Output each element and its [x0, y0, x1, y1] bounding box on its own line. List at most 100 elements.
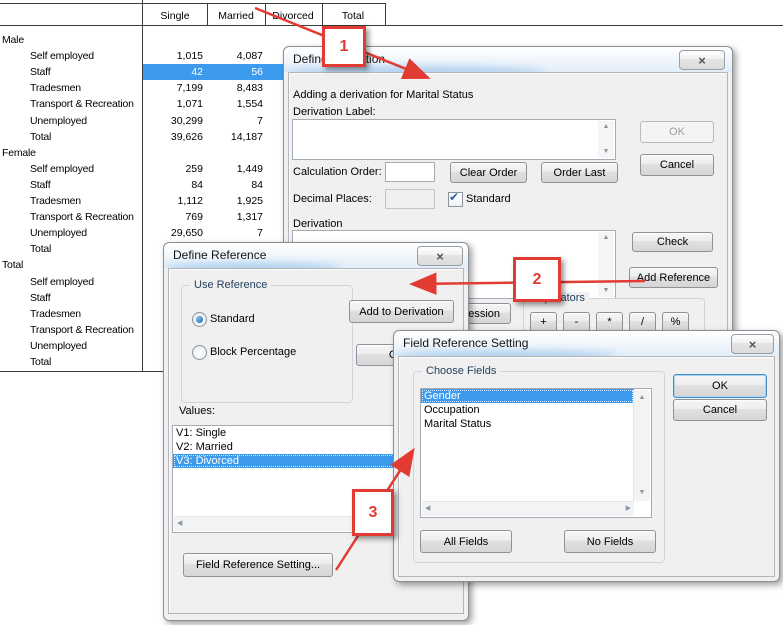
block-percentage-radio[interactable] — [192, 345, 207, 360]
add-to-derivation-button[interactable]: Add to Derivation — [349, 300, 454, 323]
button-label: All Fields — [444, 536, 489, 548]
cell-single: 7,199 — [143, 80, 203, 96]
row-label: Self employed — [30, 48, 94, 64]
ok-button[interactable]: OK — [673, 374, 767, 398]
cell-single: 1,071 — [143, 96, 203, 112]
row-label: Unemployed — [30, 225, 87, 241]
standard-checkbox-label: Standard — [466, 193, 511, 205]
add-reference-button[interactable]: Add Reference — [629, 267, 718, 288]
table-top-rule — [0, 3, 385, 4]
scroll-down-icon[interactable]: ▼ — [639, 487, 646, 499]
row-label: Female — [2, 145, 36, 161]
window-title: Field Reference Setting — [403, 336, 528, 350]
scroll-right-icon[interactable]: ▶ — [626, 503, 631, 515]
derivation-caption: Derivation — [293, 218, 343, 230]
standard-checkbox[interactable]: ✔ — [448, 192, 463, 207]
row-label: Staff — [30, 64, 50, 80]
row-label: Transport & Recreation — [30, 209, 134, 225]
button-label: Order Last — [554, 167, 606, 179]
cell-married: 14,187 — [206, 129, 263, 145]
block-percentage-radio-label: Block Percentage — [210, 346, 296, 358]
check-button[interactable]: Check — [632, 232, 713, 252]
scroll-up-icon[interactable]: ▲ — [639, 392, 646, 404]
choose-fields-caption: Choose Fields — [422, 365, 500, 377]
button-label: OK — [712, 380, 728, 392]
close-icon: × — [698, 53, 706, 68]
decimal-places-input[interactable] — [385, 189, 435, 209]
check-icon: ✔ — [449, 190, 459, 204]
row-label: Transport & Recreation — [30, 96, 134, 112]
column-header: Divorced — [272, 10, 313, 22]
row-label: Staff — [30, 290, 50, 306]
scroll-up-icon[interactable]: ▲ — [603, 121, 610, 133]
callout-number: 2 — [533, 271, 542, 289]
cell-single: 29,650 — [143, 225, 203, 241]
intro-text: Adding a derivation for Marital Status — [293, 89, 473, 101]
fields-list-item[interactable]: Gender — [421, 389, 634, 403]
cancel-button[interactable]: Cancel — [673, 399, 767, 421]
cell-married: 56 — [206, 64, 263, 80]
textarea-scrollbar[interactable]: ▲ ▼ — [598, 121, 614, 158]
row-label: Tradesmen — [30, 193, 81, 209]
callout-number: 3 — [369, 504, 378, 522]
table-column-divider — [265, 3, 266, 25]
close-button[interactable]: × — [679, 50, 725, 70]
cell-single: 42 — [143, 64, 203, 80]
row-label: Total — [30, 241, 51, 257]
fields-list-item[interactable]: Marital Status — [421, 417, 634, 431]
no-fields-button[interactable]: No Fields — [564, 530, 656, 553]
button-label: OK — [669, 126, 685, 138]
cell-single: 259 — [143, 161, 203, 177]
operator-minus-button[interactable]: - — [563, 312, 590, 332]
button-label: Add Reference — [637, 272, 710, 284]
scroll-left-icon[interactable]: ◀ — [177, 518, 182, 530]
scroll-up-icon[interactable]: ▲ — [603, 232, 610, 244]
field-reference-setting-button[interactable]: Field Reference Setting... — [183, 553, 333, 577]
horizontal-scrollbar[interactable]: ◀ ▶ — [422, 501, 634, 516]
use-reference-caption: Use Reference — [190, 279, 271, 291]
cell-single: 1,015 — [143, 48, 203, 64]
cell-single: 39,626 — [143, 129, 203, 145]
operator-multiply-button[interactable]: * — [596, 312, 623, 332]
operator-percent-button[interactable]: % — [662, 312, 689, 332]
row-label: Tradesmen — [30, 306, 81, 322]
all-fields-button[interactable]: All Fields — [420, 530, 512, 553]
scroll-left-icon[interactable]: ◀ — [425, 503, 430, 515]
ok-button[interactable]: OK — [640, 121, 714, 143]
row-label: Staff — [30, 177, 50, 193]
textarea-scrollbar[interactable]: ▲ ▼ — [598, 232, 614, 297]
cell-married: 1,925 — [206, 193, 263, 209]
close-button[interactable]: × — [417, 246, 463, 266]
cell-married: 7 — [206, 113, 263, 129]
cell-single: 30,299 — [143, 113, 203, 129]
operator-divide-button[interactable]: / — [629, 312, 656, 332]
close-button[interactable]: × — [731, 334, 774, 354]
cell-married: 7 — [206, 225, 263, 241]
scroll-down-icon[interactable]: ▼ — [603, 146, 610, 158]
cell-married: 8,483 — [206, 80, 263, 96]
operator-plus-button[interactable]: + — [530, 312, 557, 332]
calculation-order-input[interactable] — [385, 162, 435, 182]
cancel-button[interactable]: Cancel — [640, 154, 714, 176]
derivation-label-caption: Derivation Label: — [293, 106, 376, 118]
fields-listbox[interactable]: GenderOccupationMarital Status ▲ ▼ ◀ ▶ — [420, 388, 652, 518]
derivation-label-input[interactable]: ▲ ▼ — [292, 119, 616, 160]
column-header: Single — [160, 10, 189, 22]
button-label: No Fields — [587, 536, 633, 548]
cell-married: 4,087 — [206, 48, 263, 64]
close-icon: × — [436, 249, 444, 264]
cell-single: 769 — [143, 209, 203, 225]
field-reference-setting-window: Field Reference Setting × Choose Fields … — [393, 330, 780, 582]
cell-single: 1,112 — [143, 193, 203, 209]
cell-married: 1,449 — [206, 161, 263, 177]
scroll-down-icon[interactable]: ▼ — [603, 285, 610, 297]
standard-radio[interactable] — [192, 312, 207, 327]
fields-list-item[interactable]: Occupation — [421, 403, 634, 417]
row-label: Tradesmen — [30, 80, 81, 96]
callout-box-2: 2 — [513, 257, 561, 302]
vertical-scrollbar[interactable]: ▲ ▼ — [633, 390, 650, 501]
window-title: Define Reference — [173, 248, 266, 262]
cell-married: 1,317 — [206, 209, 263, 225]
order-last-button[interactable]: Order Last — [541, 162, 618, 183]
clear-order-button[interactable]: Clear Order — [450, 162, 527, 183]
